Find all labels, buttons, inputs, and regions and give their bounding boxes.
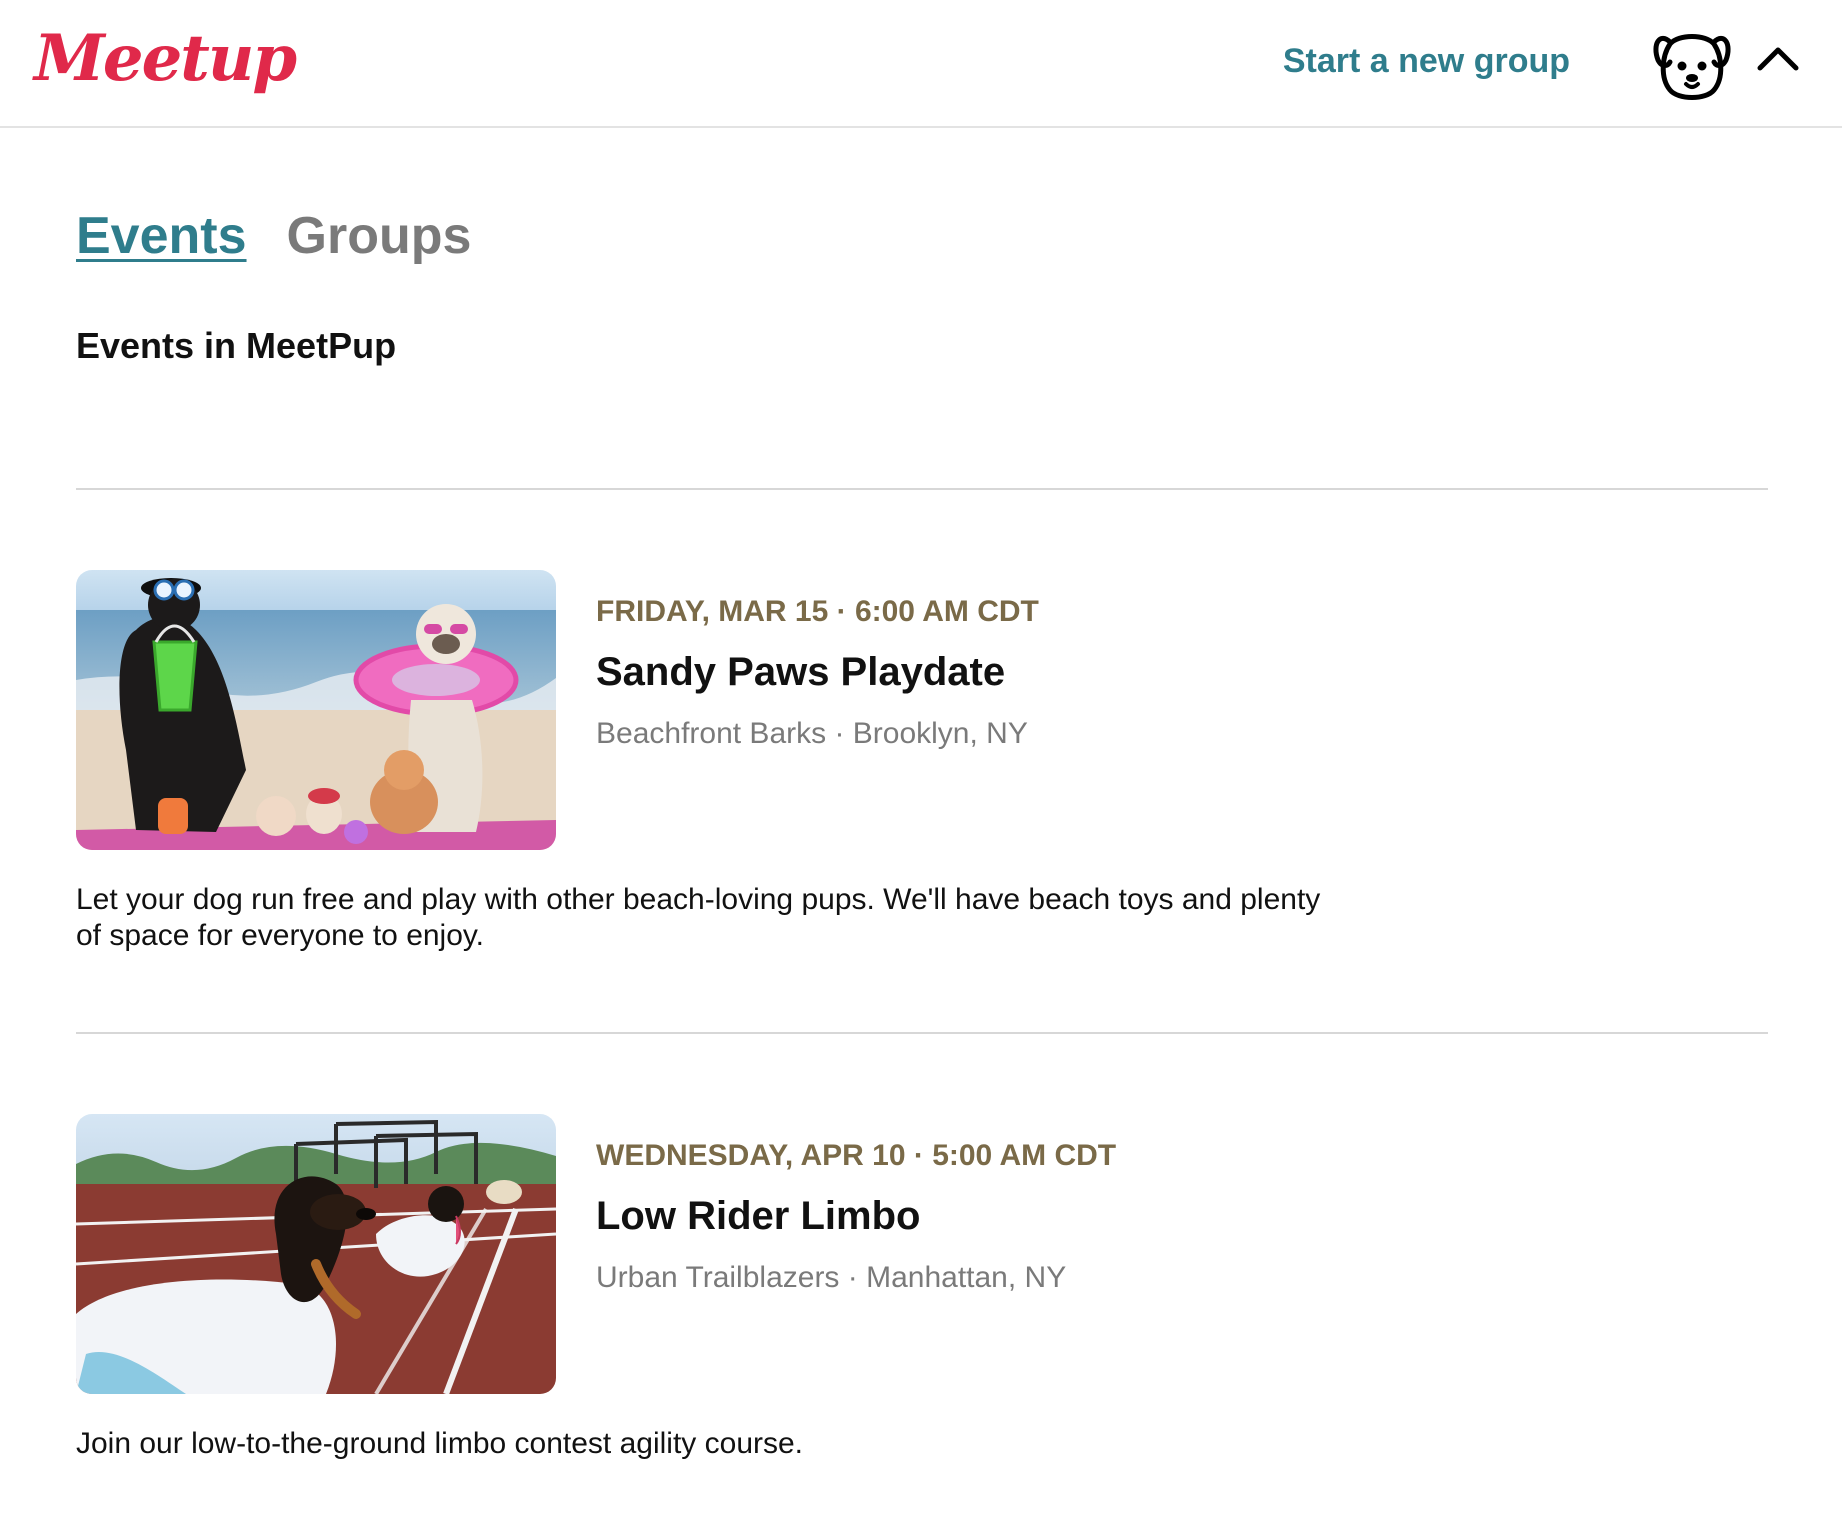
page-title: Events in MeetPup (76, 325, 397, 366)
divider (76, 1032, 1768, 1034)
event-info: FRIDAY, MAR 15 · 6:00 AM CDT Sandy Paws … (596, 594, 1039, 752)
event-info: WEDNESDAY, APR 10 · 5:00 AM CDT Low Ride… (596, 1138, 1116, 1296)
event-description: Let your dog run free and play with othe… (76, 883, 1321, 952)
event-description: Join our low-to-the-ground limbo contest… (76, 1427, 804, 1460)
event-date: WEDNESDAY, APR 10 · 5:00 AM CDT (596, 1139, 1117, 1172)
divider (76, 488, 1768, 490)
event-card[interactable]: FRIDAY, MAR 15 · 6:00 AM CDT Sandy Paws … (76, 570, 1768, 970)
event-group-location: Beachfront Barks · Brooklyn, NY (596, 717, 1028, 750)
chevron-up-icon[interactable] (1756, 44, 1800, 74)
meetup-logo[interactable]: Meetup (34, 14, 297, 104)
view-tabs: Events Groups (76, 210, 471, 266)
tab-events[interactable]: Events (76, 210, 247, 266)
event-title[interactable]: Sandy Paws Playdate (596, 650, 1039, 694)
top-nav: Meetup Start a new group (0, 0, 1842, 128)
event-title[interactable]: Low Rider Limbo (596, 1194, 1116, 1238)
event-date: FRIDAY, MAR 15 · 6:00 AM CDT (596, 595, 1039, 628)
event-image-dachshunds[interactable] (76, 1114, 556, 1394)
event-image-beach-dogs[interactable] (76, 570, 556, 850)
dog-face-icon[interactable] (1650, 22, 1734, 106)
event-card[interactable]: WEDNESDAY, APR 10 · 5:00 AM CDT Low Ride… (76, 1114, 1768, 1514)
start-new-group-link[interactable]: Start a new group (1283, 44, 1570, 78)
logo-wordmark: Meetup (34, 21, 297, 96)
tab-groups[interactable]: Groups (287, 210, 472, 266)
event-group-location: Urban Trailblazers · Manhattan, NY (596, 1261, 1067, 1294)
